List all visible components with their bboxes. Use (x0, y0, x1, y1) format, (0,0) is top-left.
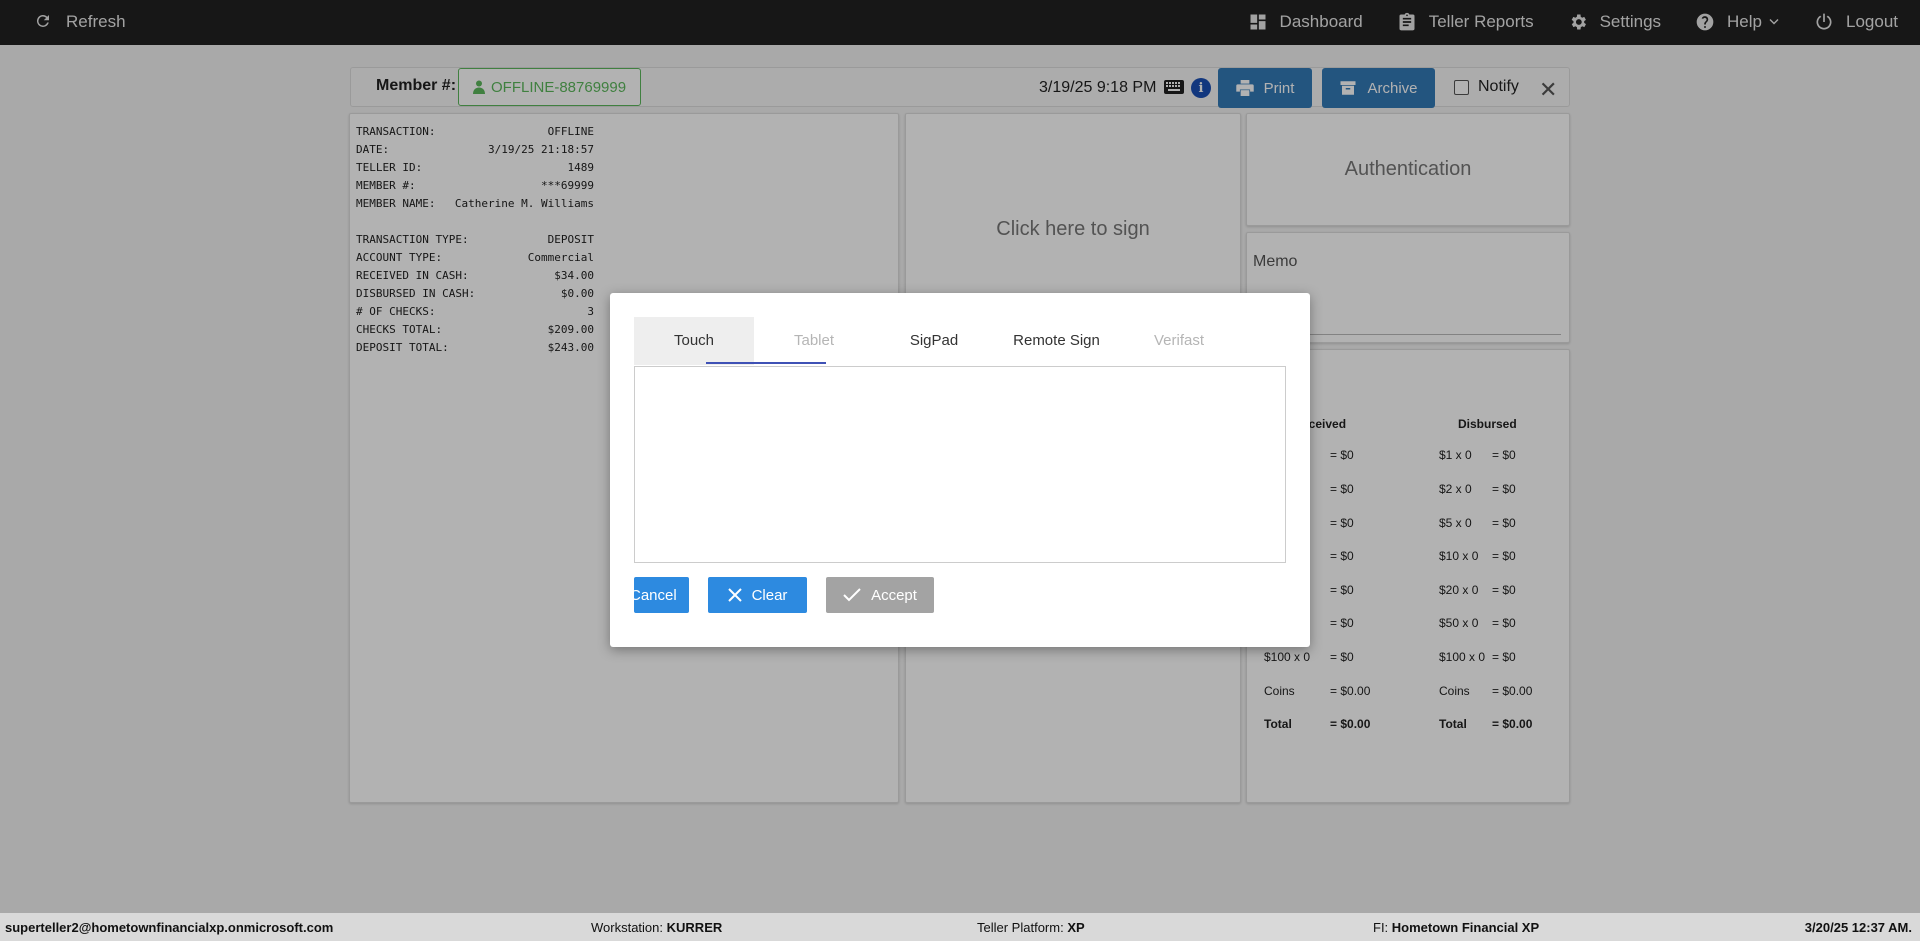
signature-modal: Verifast Remote Sign SigPad Tablet Touch Can… (610, 293, 1310, 647)
tab-verifast: Verifast (1153, 332, 1205, 349)
signature-tabs: Verifast Remote Sign SigPad Tablet Touch (634, 317, 1286, 365)
footer-platform: Teller Platform: XP (977, 920, 1085, 935)
footer-fi: FI: Hometown Financial XP (1373, 920, 1539, 935)
footer-workstation: Workstation: KURRER (591, 920, 722, 935)
fi-label: FI: (1373, 920, 1389, 935)
platform-value: XP (1067, 920, 1085, 935)
checkmark-icon (843, 588, 861, 602)
platform-label: Teller Platform: (977, 920, 1064, 935)
footer-user: superteller2@hometownfinancialxp.onmicro… (5, 920, 334, 935)
workstation-value: KURRER (666, 920, 723, 935)
clear-button[interactable]: Clear (708, 577, 807, 613)
active-tab-indicator (706, 362, 826, 364)
tab-tablet: Tablet (793, 332, 835, 349)
tab-remote-sign[interactable]: Remote Sign (994, 317, 1119, 365)
tab-sigpad[interactable]: SigPad (874, 317, 994, 365)
fi-value: Hometown Financial XP (1391, 920, 1540, 935)
accept-label: Accept (871, 586, 917, 604)
cancel-label: Cancel (634, 586, 677, 604)
workstation-label: Workstation: (591, 920, 664, 935)
accept-button[interactable]: Accept (826, 577, 934, 613)
cancel-button[interactable]: Cancel (634, 577, 689, 613)
signature-canvas[interactable] (634, 366, 1286, 563)
status-footer: superteller2@hometownfinancialxp.onmicro… (0, 913, 1920, 941)
clear-label: Clear (751, 586, 788, 604)
tab-touch[interactable]: Touch (634, 317, 754, 365)
footer-datetime: 3/20/25 12:37 AM. (1804, 920, 1912, 935)
x-icon (727, 588, 742, 602)
